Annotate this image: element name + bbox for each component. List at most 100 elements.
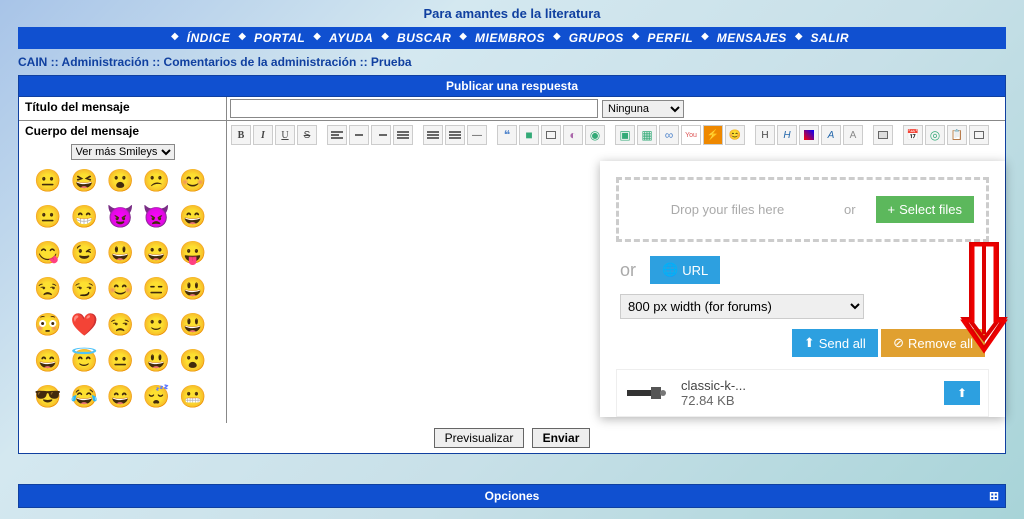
smiley-icon[interactable]: 😃 — [178, 310, 208, 340]
nav-mensajes[interactable]: MENSAJES — [711, 31, 793, 45]
smiley-icon[interactable]: 😁 — [69, 202, 99, 232]
nav-indice[interactable]: ÍNDICE — [181, 31, 237, 45]
smiley-icon[interactable]: 😃 — [105, 238, 135, 268]
emoji-icon[interactable]: 😊 — [725, 125, 745, 145]
preview-button[interactable]: Previsualizar — [434, 428, 525, 448]
drop-zone[interactable]: Drop your files here or + Select files — [616, 177, 989, 242]
italic-icon[interactable]: I — [253, 125, 273, 145]
hr-icon[interactable]: — — [467, 125, 487, 145]
smiley-icon[interactable]: 😂 — [69, 382, 99, 412]
smiley-icon[interactable]: 😐 — [105, 346, 135, 376]
smiley-icon[interactable]: 😐 — [33, 202, 63, 232]
smiley-icon[interactable]: 😆 — [69, 166, 99, 196]
send-button[interactable]: Enviar — [532, 428, 591, 448]
align-center-icon[interactable] — [349, 125, 369, 145]
nav-buscar[interactable]: BUSCAR — [391, 31, 457, 45]
quote-icon[interactable]: ❝ — [497, 125, 517, 145]
date-icon[interactable]: 📅 — [903, 125, 923, 145]
smiley-icon[interactable]: 😐 — [33, 166, 63, 196]
smiley-icon[interactable]: 😈 — [105, 202, 135, 232]
expand-icon[interactable]: ⊞ — [989, 489, 999, 503]
file-name: classic-k-... — [681, 378, 932, 393]
smiley-icon[interactable]: 😄 — [33, 346, 63, 376]
smiley-icon[interactable]: 😮 — [178, 346, 208, 376]
smiley-icon[interactable]: 😕 — [142, 166, 172, 196]
smiley-icon[interactable]: 😑 — [142, 274, 172, 304]
select-files-button[interactable]: + Select files — [876, 196, 974, 223]
flash-icon[interactable]: ⚡ — [703, 125, 723, 145]
options-panel-header[interactable]: Opciones ⊞ — [18, 484, 1006, 508]
reply-panel: Publicar una respuesta Título del mensaj… — [18, 75, 1006, 454]
smiley-select[interactable]: Ver más Smileys — [71, 144, 175, 160]
diamond-icon: ◆ — [236, 31, 248, 45]
image-icon[interactable]: ▦ — [637, 125, 657, 145]
smiley-icon[interactable]: 😄 — [105, 382, 135, 412]
smiley-icon[interactable]: 😃 — [178, 274, 208, 304]
underline-icon[interactable]: U — [275, 125, 295, 145]
width-select[interactable]: 800 px width (for forums) — [620, 294, 864, 319]
smiley-icon[interactable]: 😇 — [69, 346, 99, 376]
smiley-icon[interactable]: 😛 — [178, 238, 208, 268]
bold-icon[interactable]: B — [231, 125, 251, 145]
list-ol-icon[interactable] — [445, 125, 465, 145]
diamond-icon: ◆ — [699, 31, 711, 45]
smiley-grid: 😐😆😮😕😊 😐😁😈👿😄 😋😉😃😀😛 😒😏😊😑😃 😳❤️😒🙂😃 😄😇😐😃😮 😎😂😄… — [25, 162, 220, 414]
drop-or: or — [834, 202, 866, 217]
size-icon[interactable]: H — [777, 125, 797, 145]
other-icon[interactable]: ◎ — [925, 125, 945, 145]
more-icon[interactable] — [873, 125, 893, 145]
strike-icon[interactable]: S — [297, 125, 317, 145]
title-input[interactable] — [230, 99, 598, 118]
smiley-icon[interactable]: ❤️ — [69, 310, 99, 340]
diamond-icon: ◆ — [311, 31, 323, 45]
align-justify-icon[interactable] — [393, 125, 413, 145]
spoiler-icon[interactable]: ◐ — [563, 125, 583, 145]
smiley-icon[interactable]: 😒 — [105, 310, 135, 340]
smiley-icon[interactable]: 😬 — [178, 382, 208, 412]
url-button[interactable]: 🌐 URL — [650, 256, 720, 284]
smiley-icon[interactable]: 😊 — [105, 274, 135, 304]
nav-ayuda[interactable]: AYUDA — [323, 31, 379, 45]
smiley-icon[interactable]: 😎 — [33, 382, 63, 412]
align-left-icon[interactable] — [327, 125, 347, 145]
smiley-icon[interactable]: 😒 — [33, 274, 63, 304]
options-label: Opciones — [485, 489, 540, 503]
heading-icon[interactable]: H — [755, 125, 775, 145]
title-select[interactable]: Ninguna — [602, 100, 684, 118]
link-icon[interactable]: ∞ — [659, 125, 679, 145]
send-all-button[interactable]: ⬆ Send all — [792, 329, 878, 357]
color-icon[interactable] — [799, 125, 819, 145]
nav-grupos[interactable]: GRUPOS — [563, 31, 630, 45]
file-upload-button[interactable]: ⬆ — [944, 381, 980, 405]
paste-icon[interactable]: 📋 — [947, 125, 967, 145]
nav-miembros[interactable]: MIEMBROS — [469, 31, 551, 45]
remove-all-button[interactable]: ⊘ Remove all — [881, 329, 985, 357]
smiley-icon[interactable]: 😄 — [178, 202, 208, 232]
nav-perfil[interactable]: PERFIL — [641, 31, 699, 45]
source-icon[interactable] — [969, 125, 989, 145]
smiley-icon[interactable]: 😴 — [142, 382, 172, 412]
hidden-icon[interactable]: ◉ — [585, 125, 605, 145]
smiley-icon[interactable]: 😊 — [178, 166, 208, 196]
main-nav: ◆ÍNDICE ◆PORTAL ◆AYUDA ◆BUSCAR ◆MIEMBROS… — [18, 27, 1006, 49]
smiley-icon[interactable]: 😋 — [33, 238, 63, 268]
nav-portal[interactable]: PORTAL — [248, 31, 311, 45]
smiley-icon[interactable]: 😀 — [142, 238, 172, 268]
smiley-icon[interactable]: 😏 — [69, 274, 99, 304]
nav-salir[interactable]: SALIR — [805, 31, 856, 45]
smiley-icon[interactable]: 😃 — [142, 346, 172, 376]
table-icon[interactable] — [541, 125, 561, 145]
font2-icon[interactable]: A — [843, 125, 863, 145]
smiley-icon[interactable]: 😮 — [105, 166, 135, 196]
code-icon[interactable]: ■ — [519, 125, 539, 145]
image-host-icon[interactable]: ▣ — [615, 125, 635, 145]
youtube-icon[interactable]: You — [681, 125, 701, 145]
breadcrumb[interactable]: CAIN :: Administración :: Comentarios de… — [18, 55, 1006, 75]
smiley-icon[interactable]: 😳 — [33, 310, 63, 340]
align-right-icon[interactable] — [371, 125, 391, 145]
smiley-icon[interactable]: 😉 — [69, 238, 99, 268]
list-ul-icon[interactable] — [423, 125, 443, 145]
smiley-icon[interactable]: 🙂 — [142, 310, 172, 340]
font-icon[interactable]: A — [821, 125, 841, 145]
smiley-icon[interactable]: 👿 — [142, 202, 172, 232]
